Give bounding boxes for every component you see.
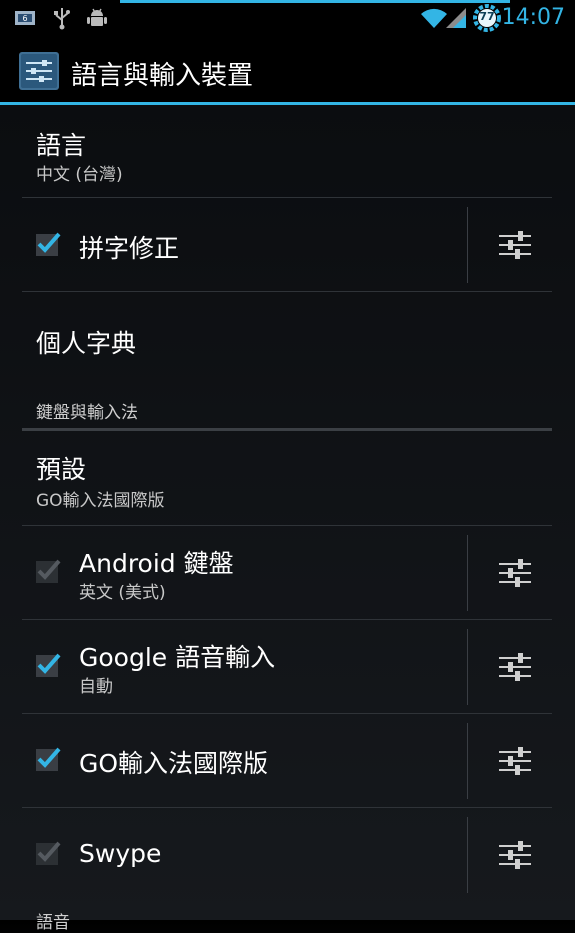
- google-voice-setting[interactable]: Google 語音輸入 自動: [22, 620, 552, 712]
- wifi-icon: [421, 8, 447, 28]
- status-time: 14:07: [501, 5, 565, 30]
- google-voice-checkbox[interactable]: [35, 652, 61, 678]
- status-bar: 6 77 14:07: [0, 0, 575, 38]
- android-keyboard-settings-icon[interactable]: [496, 554, 534, 592]
- action-bar: 語言與輸入裝置: [0, 38, 575, 105]
- svg-text:6: 6: [22, 14, 27, 23]
- swype-settings-icon[interactable]: [496, 836, 534, 874]
- page-title: 語言與輸入裝置: [71, 61, 254, 91]
- section-header-keyboard: 鍵盤與輸入法: [36, 403, 138, 423]
- section-divider: [22, 428, 552, 431]
- android-debug-icon: [87, 8, 107, 26]
- google-voice-settings-icon[interactable]: [496, 648, 534, 686]
- go-keyboard-settings-icon[interactable]: [496, 742, 534, 780]
- swype-title: Swype: [79, 839, 162, 868]
- battery-level: 77: [479, 10, 495, 23]
- google-voice-title: Google 語音輸入: [79, 643, 276, 672]
- usb-icon: [54, 8, 70, 30]
- vertical-divider: [467, 817, 468, 893]
- signal-icon: [446, 8, 466, 28]
- android-keyboard-summary: 英文 (美式): [79, 583, 166, 603]
- default-title: 預設: [36, 455, 87, 484]
- language-summary: 中文 (台灣): [36, 165, 123, 185]
- dictionary-title: 個人字典: [36, 329, 137, 358]
- settings-sliders-icon[interactable]: [18, 51, 60, 91]
- android-keyboard-setting[interactable]: Android 鍵盤 英文 (美式): [22, 526, 552, 618]
- vertical-divider: [467, 629, 468, 705]
- android-keyboard-title: Android 鍵盤: [79, 549, 234, 578]
- language-setting[interactable]: 語言 中文 (台灣): [22, 110, 552, 196]
- gallery-notification-icon: 6: [15, 11, 35, 25]
- android-keyboard-checkbox: [36, 559, 61, 583]
- spell-check-settings-icon[interactable]: [496, 226, 534, 264]
- spell-check-title: 拼字修正: [79, 234, 180, 263]
- swype-setting[interactable]: Swype: [22, 808, 552, 900]
- go-keyboard-setting[interactable]: GO輸入法國際版: [22, 714, 552, 806]
- go-keyboard-checkbox[interactable]: [35, 746, 61, 772]
- personal-dictionary-setting[interactable]: 個人字典: [22, 292, 552, 382]
- default-summary: GO輸入法國際版: [36, 491, 165, 511]
- go-keyboard-title: GO輸入法國際版: [79, 749, 269, 778]
- vertical-divider: [467, 723, 468, 799]
- spell-check-setting[interactable]: 拼字修正: [22, 198, 552, 290]
- swype-checkbox: [36, 841, 61, 865]
- vertical-divider: [467, 535, 468, 611]
- language-title: 語言: [36, 131, 87, 160]
- spell-check-checkbox[interactable]: [35, 231, 61, 257]
- vertical-divider: [467, 207, 468, 283]
- google-voice-summary: 自動: [79, 677, 113, 697]
- default-input-setting[interactable]: 預設 GO輸入法國際版: [22, 432, 552, 524]
- section-header-voice: 語音: [36, 913, 70, 933]
- status-progress-line: [120, 0, 510, 3]
